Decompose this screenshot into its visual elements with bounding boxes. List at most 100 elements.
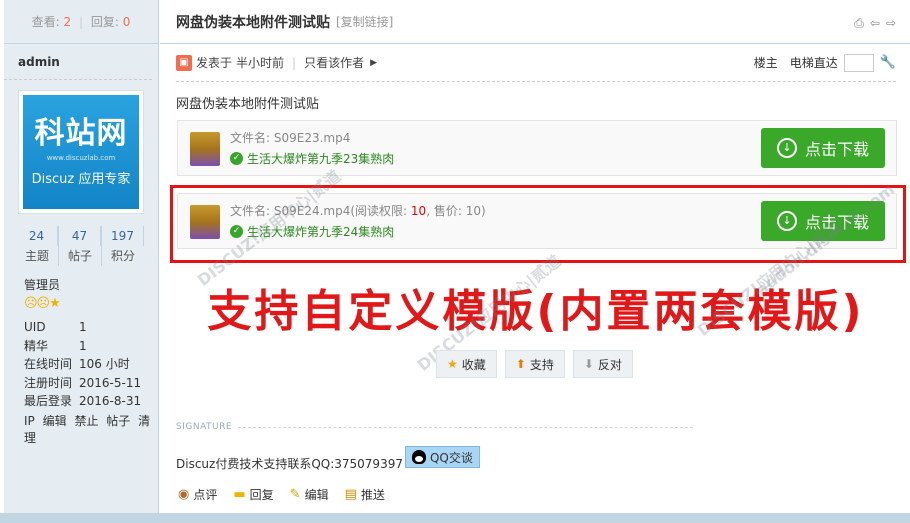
wrench-icon[interactable]: 🔧 xyxy=(880,55,896,70)
vote-label: 反对 xyxy=(597,357,622,372)
action-label: 推送 xyxy=(360,488,385,502)
comment-button[interactable]: ◉ 点评 xyxy=(178,486,217,503)
avatar-logo-sub: Discuz 应用专家 xyxy=(31,172,131,187)
info-row: 最后登录 2016-8-31 xyxy=(24,392,154,411)
download-label: 点击下载 xyxy=(804,140,869,159)
action-label: 点评 xyxy=(193,488,218,502)
avatar-logo-main: 科站网 xyxy=(34,116,128,151)
avatar-logo-url: www.discuzlab.com xyxy=(46,154,116,162)
avatar[interactable]: 科站网 www.discuzlab.com Discuz 应用专家 xyxy=(18,90,144,214)
prev-thread-icon[interactable]: ⇦ xyxy=(870,16,880,31)
push-button[interactable]: ▤ 推送 xyxy=(345,486,385,503)
count-value: 197 xyxy=(102,226,144,246)
count-credits[interactable]: 197 积分 xyxy=(102,226,144,266)
info-row: 精华 1 xyxy=(24,337,154,356)
post-title-bar: 网盘伪装本地附件测试贴 [复制链接] ⎙ ⇦ ⇨ xyxy=(160,0,910,44)
next-thread-icon[interactable]: ⇨ xyxy=(886,16,896,31)
post-body-text: 网盘伪装本地附件测试贴 xyxy=(176,97,320,112)
views-label: 查看: xyxy=(31,15,60,29)
reply-icon: ▬ xyxy=(233,487,246,502)
push-icon: ▤ xyxy=(344,487,357,502)
info-value: 2016-5-11 xyxy=(79,375,142,390)
signature-text: Discuz付费技术支持联系QQ:375079397 xyxy=(176,456,403,471)
vote-buttons: ★ 收藏 ⬆ 支持 ⬇ 反对 xyxy=(436,350,633,378)
replies-label: 回复: xyxy=(90,15,119,29)
count-label: 积分 xyxy=(110,249,135,263)
posted-time: 半小时前 xyxy=(236,56,285,70)
info-key: 最后登录 xyxy=(24,394,73,408)
signature-divider xyxy=(238,427,693,428)
download-icon: ↓ xyxy=(776,138,797,158)
info-row: 注册时间 2016-5-11 xyxy=(24,374,154,393)
reply-button[interactable]: ▬ 回复 xyxy=(233,486,273,503)
signature-label: SIGNATURE xyxy=(176,422,233,432)
admin-actions: IP 编辑 禁止 帖子 清理 xyxy=(24,412,158,446)
title-tools: ⎙ ⇦ ⇨ xyxy=(854,16,896,31)
post-main: 网盘伪装本地附件测试贴 [复制链接] ⎙ ⇦ ⇨ ▣ 发表于 半小时前 | 只看… xyxy=(160,0,910,523)
action-label: 回复 xyxy=(249,488,274,502)
highlight-frame xyxy=(170,185,906,263)
author-counts: 24 主题 47 帖子 197 积分 xyxy=(16,226,144,266)
vote-label: 支持 xyxy=(529,357,554,372)
floor-nav: 楼主 电梯直达 🔧 xyxy=(753,53,896,72)
info-row: UID 1 xyxy=(24,318,154,337)
post-actions: ◉ 点评 ▬ 回复 ✎ 编辑 ▤ 推送 xyxy=(178,486,385,503)
caret-right-icon: ▶ xyxy=(370,57,378,68)
action-ban[interactable]: 禁止 xyxy=(74,414,98,428)
count-value: 24 xyxy=(16,226,58,246)
attachment-item: 文件名: S09E23.mp4 ✓ 生活大爆炸第九季23集熟肉 ↓ 点击下载 xyxy=(177,120,897,176)
print-icon[interactable]: ⎙ xyxy=(854,16,864,31)
action-posts[interactable]: 帖子 xyxy=(106,414,130,428)
info-value: 1 xyxy=(79,338,87,353)
action-edit[interactable]: 编辑 xyxy=(43,414,67,428)
info-key: 注册时间 xyxy=(24,375,73,390)
desc-text: 生活大爆炸第九季23集熟肉 xyxy=(247,152,395,166)
thread-stats: 查看: 2 | 回复: 0 xyxy=(4,0,158,44)
archive-file-icon xyxy=(190,132,220,166)
qq-chat-label: QQ交谈 xyxy=(429,450,473,465)
info-key: UID xyxy=(24,320,46,334)
author-info: UID 1 精华 1 在线时间 106 小时 注册时间 2016-5-11 最后登录 20… xyxy=(24,318,154,411)
attachment-description: ✓ 生活大爆炸第九季23集熟肉 xyxy=(230,150,394,167)
count-label: 帖子 xyxy=(67,249,92,263)
floor-label: 楼主 xyxy=(753,56,778,70)
info-key: 精华 xyxy=(24,338,49,353)
info-value: 106 小时 xyxy=(79,357,130,371)
info-row: 在线时间 106 小时 xyxy=(24,355,154,374)
arrow-down-icon: ⬇ xyxy=(583,357,594,371)
signature: Discuz付费技术支持联系QQ:375079397 QQ交谈 xyxy=(176,446,480,474)
post-title: 网盘伪装本地附件测试贴 xyxy=(176,14,330,31)
attachment-filename: 文件名: S09E23.mp4 xyxy=(230,129,350,146)
comment-icon: ◉ xyxy=(178,487,190,502)
rank-stars-icon: ☹☹★ xyxy=(24,296,61,311)
poster-icon: ▣ xyxy=(176,54,192,71)
edit-button[interactable]: ✎ 编辑 xyxy=(290,486,329,503)
copy-link-button[interactable]: [复制链接] xyxy=(336,13,393,30)
pencil-icon: ✎ xyxy=(289,487,301,502)
avatar-image[interactable]: 科站网 www.discuzlab.com Discuz 应用专家 xyxy=(23,95,139,209)
qq-icon xyxy=(411,450,426,464)
vote-label: 收藏 xyxy=(461,357,486,372)
favorite-button[interactable]: ★ 收藏 xyxy=(436,350,497,378)
filename-label: 文件名: xyxy=(230,131,274,145)
qq-chat-button[interactable]: QQ交谈 xyxy=(404,446,480,468)
count-threads[interactable]: 24 主题 xyxy=(16,226,59,266)
author-username[interactable]: admin xyxy=(4,44,152,80)
posted-label: 发表于 xyxy=(196,56,233,70)
oppose-button[interactable]: ⬇ 反对 xyxy=(572,350,633,378)
count-posts[interactable]: 47 帖子 xyxy=(59,226,102,266)
support-button[interactable]: ⬆ 支持 xyxy=(504,350,565,378)
action-ip[interactable]: IP xyxy=(24,414,35,428)
jump-floor-input[interactable] xyxy=(843,53,874,72)
post-meta: ▣ 发表于 半小时前 | 只看该作者 ▶ 楼主 电梯直达 🔧 xyxy=(176,44,896,82)
jump-label: 电梯直达 xyxy=(789,56,838,70)
count-label: 主题 xyxy=(24,249,49,263)
star-icon: ★ xyxy=(447,357,458,371)
count-value: 47 xyxy=(59,226,101,246)
info-value: 2016-8-31 xyxy=(79,394,142,408)
only-author-link[interactable]: 只看该作者 xyxy=(304,54,364,71)
download-button[interactable]: ↓ 点击下载 xyxy=(761,128,885,168)
user-group[interactable]: 管理员 xyxy=(24,276,60,293)
author-sidebar: 查看: 2 | 回复: 0 admin 科站网 www.discuzlab.co… xyxy=(4,0,159,523)
replies-count: 0 xyxy=(122,15,131,29)
